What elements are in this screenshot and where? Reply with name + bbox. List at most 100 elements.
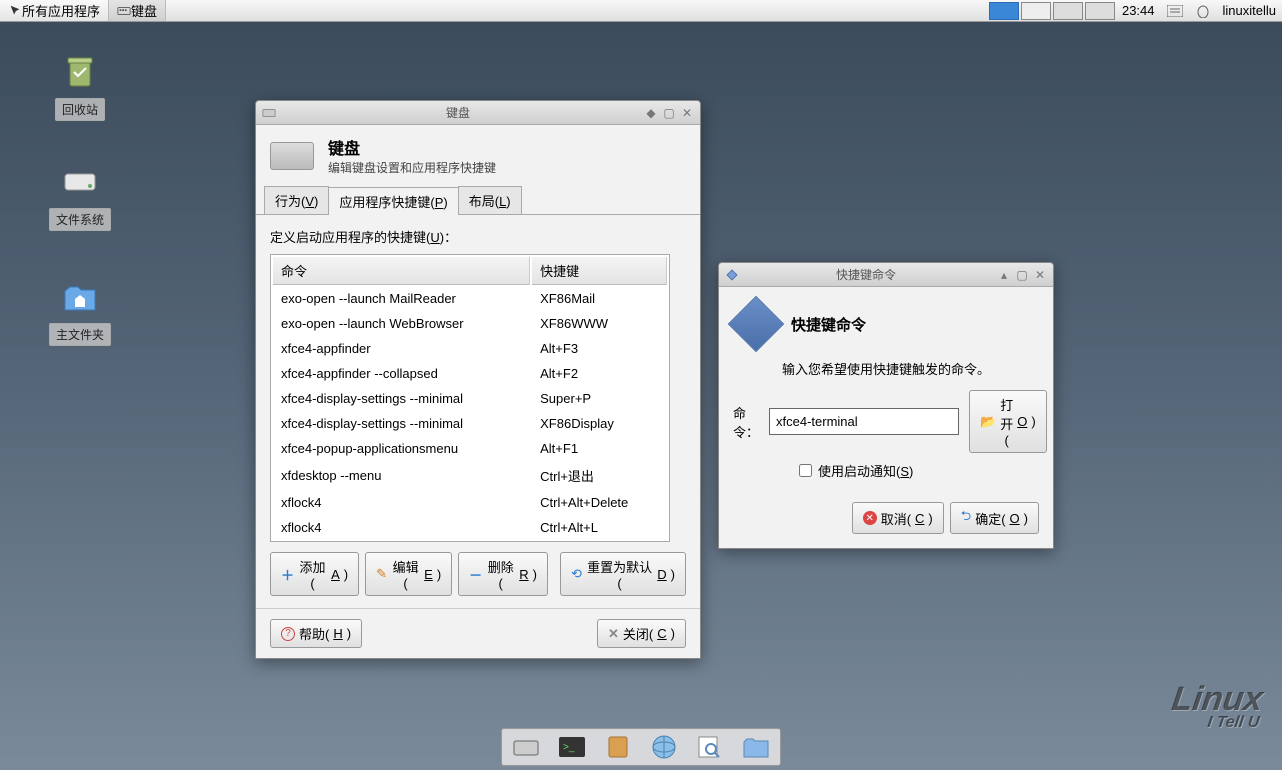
startup-notification-checkbox[interactable] [799, 464, 812, 477]
add-button[interactable]: ＋ 添加(A) [270, 552, 359, 596]
folder-home-icon [60, 277, 100, 317]
shortcut-row[interactable]: xfce4-display-settings --minimalSuper+P [273, 387, 667, 410]
sc-titlebar[interactable]: 快捷键命令 ▴ ▢ ✕ [719, 263, 1053, 287]
shortcut-key: XF86Display [532, 412, 667, 435]
shortcut-row[interactable]: xfdesktop --menuCtrl+退出 [273, 462, 667, 489]
dock-show-desktop[interactable] [508, 732, 544, 762]
keyboard-titlebar[interactable]: 键盘 ◆ ▢ ✕ [256, 101, 700, 125]
shortcut-table[interactable]: 命令 快捷键 exo-open --launch MailReaderXF86M… [270, 254, 670, 542]
col-shortcut[interactable]: 快捷键 [532, 257, 667, 285]
keyboard-subheading: 编辑键盘设置和应用程序快捷键 [328, 159, 496, 176]
close-dialog-button[interactable]: ✕ 关闭(C) [597, 619, 686, 648]
close-button[interactable]: ✕ [680, 106, 694, 120]
shortcut-cmd: xfdesktop --menu [273, 462, 530, 489]
globe-icon [650, 733, 678, 761]
shortcut-row[interactable]: xfce4-appfinder --collapsedAlt+F2 [273, 362, 667, 385]
username[interactable]: linuxitellu [1217, 0, 1282, 21]
shortcut-key: Alt+F3 [532, 337, 667, 360]
shortcut-row[interactable]: xfce4-appfinderAlt+F3 [273, 337, 667, 360]
tab-app-shortcuts[interactable]: 应用程序快捷键(P) [328, 187, 458, 215]
shortcut-command-dialog: 快捷键命令 ▴ ▢ ✕ 快捷键命令 输入您希望使用快捷键触发的命令。 命令： 📂… [718, 262, 1054, 549]
dock-terminal[interactable]: >_ [554, 732, 590, 762]
shortcut-cmd: xfce4-popup-applicationsmenu [273, 437, 530, 460]
shortcut-key: Super+P [532, 387, 667, 410]
sc-close-button[interactable]: ✕ [1033, 268, 1047, 282]
workspace-1[interactable] [989, 2, 1019, 20]
keyboard-heading: 键盘 [328, 135, 496, 159]
tab-behavior[interactable]: 行为(V) [264, 186, 329, 214]
workspace-2[interactable] [1021, 2, 1051, 20]
svg-text:>_: >_ [563, 742, 575, 753]
shortcut-key: Alt+F2 [532, 362, 667, 385]
shortcut-row[interactable]: xfce4-popup-applicationsmenuAlt+F1 [273, 437, 667, 460]
keyboard-window-title: 键盘 [276, 104, 640, 121]
task-label: 键盘 [131, 1, 157, 20]
clock[interactable]: 23:44 [1116, 0, 1161, 21]
pencil-icon: ✎ [376, 566, 387, 582]
keyboard-icon [262, 106, 276, 120]
workspace-switcher[interactable] [988, 0, 1116, 21]
keyboard-indicator[interactable] [1161, 0, 1189, 21]
home-label: 主文件夹 [49, 323, 111, 346]
mouse-tray-icon [1195, 4, 1211, 18]
open-file-button[interactable]: 📂 打开(O) [969, 390, 1047, 453]
ok-button[interactable]: ⮌ 确定(O) [950, 502, 1039, 534]
trashcan-icon [60, 52, 100, 92]
dock-files[interactable] [600, 732, 636, 762]
col-command[interactable]: 命令 [273, 257, 530, 285]
cancel-button[interactable]: ✕ 取消(C) [852, 502, 944, 534]
shortcut-cmd: xfce4-appfinder [273, 337, 530, 360]
stick-button[interactable]: ◆ [644, 106, 658, 120]
shortcut-cmd: exo-open --launch MailReader [273, 287, 530, 310]
keyboard-settings-window: 键盘 ◆ ▢ ✕ 键盘 编辑键盘设置和应用程序快捷键 行为(V) 应用程序快捷键… [255, 100, 701, 659]
shortcut-row[interactable]: exo-open --launch WebBrowserXF86WWW [273, 312, 667, 335]
shortcut-key: Ctrl+Alt+Delete [532, 491, 667, 514]
shortcut-row[interactable]: exo-open --launch MailReaderXF86Mail [273, 287, 667, 310]
minimize-button[interactable]: ▢ [662, 106, 676, 120]
applications-menu[interactable]: 所有应用程序 [0, 0, 109, 21]
sc-instruction: 输入您希望使用快捷键触发的命令。 [733, 359, 1039, 378]
dock-folder[interactable] [738, 732, 774, 762]
workspace-4[interactable] [1085, 2, 1115, 20]
folder-icon [741, 735, 771, 759]
keyboard-tray-icon [1167, 5, 1183, 17]
edit-button[interactable]: ✎ 编辑(E) [365, 552, 452, 596]
back-arrow-icon: ⮌ [961, 507, 971, 529]
diamond-icon [725, 268, 739, 282]
trash-icon[interactable]: 回收站 [40, 50, 120, 121]
refresh-icon: ⟲ [571, 566, 582, 582]
shortcut-cmd: xflock4 [273, 491, 530, 514]
trash-label: 回收站 [55, 98, 105, 121]
shortcut-key: XF86Mail [532, 287, 667, 310]
taskbar-keyboard[interactable]: 键盘 [109, 0, 166, 21]
sc-stick-button[interactable]: ▴ [997, 268, 1011, 282]
shortcut-row[interactable]: xfce4-display-settings --minimalXF86Disp… [273, 412, 667, 435]
shortcut-key: Ctrl+退出 [532, 462, 667, 489]
command-input[interactable] [769, 408, 959, 435]
shortcut-row[interactable]: xflock4Ctrl+Alt+Delete [273, 491, 667, 514]
shortcut-key: XF86WWW [532, 312, 667, 335]
shortcut-key: Alt+F1 [532, 437, 667, 460]
home-folder-icon[interactable]: 主文件夹 [40, 275, 120, 346]
shortcut-cmd: xflock4 [273, 516, 530, 539]
shortcut-row[interactable]: xflock4Ctrl+Alt+L [273, 516, 667, 539]
dock-browser[interactable] [646, 732, 682, 762]
remove-button[interactable]: － 删除(R) [458, 552, 548, 596]
shortcut-diamond-icon [728, 296, 785, 353]
terminal-icon: >_ [557, 735, 587, 759]
define-shortcut-label: 定义启动应用程序的快捷键(U)： [270, 227, 686, 246]
workspace-3[interactable] [1053, 2, 1083, 20]
drive-icon [60, 162, 100, 202]
command-label: 命令： [733, 403, 759, 441]
dock-search[interactable] [692, 732, 728, 762]
keyboard-large-icon [270, 142, 314, 170]
sc-max-button[interactable]: ▢ [1015, 268, 1029, 282]
cancel-icon: ✕ [863, 511, 877, 525]
filesystem-icon[interactable]: 文件系统 [40, 160, 120, 231]
apps-menu-label: 所有应用程序 [22, 1, 100, 20]
shortcut-key: Ctrl+Alt+L [532, 516, 667, 539]
help-button[interactable]: ? 帮助(H) [270, 619, 362, 648]
network-indicator[interactable] [1189, 0, 1217, 21]
reset-defaults-button[interactable]: ⟲ 重置为默认(D) [560, 552, 686, 596]
tab-layout[interactable]: 布局(L) [458, 186, 522, 214]
